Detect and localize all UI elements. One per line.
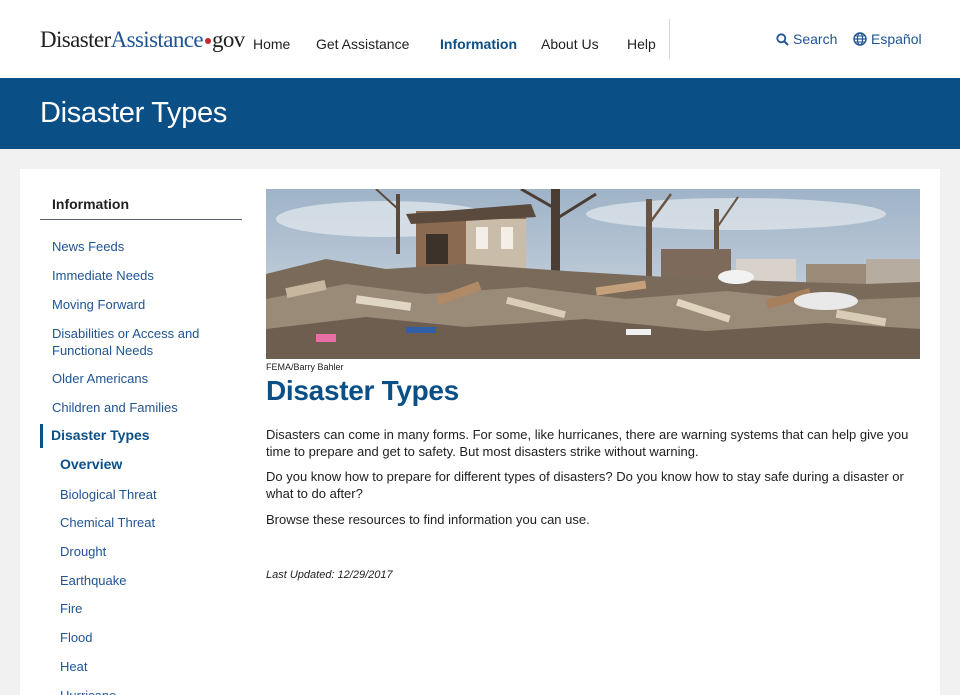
sidebar-subitem-heat[interactable]: Heat <box>60 658 87 675</box>
language-link[interactable]: Español <box>853 31 922 47</box>
sidebar-item-disaster-types[interactable]: Disaster Types <box>51 427 150 444</box>
globe-icon <box>853 32 867 46</box>
photo-credit: FEMA/Barry Bahler <box>266 362 344 372</box>
sidebar-title: Information <box>52 196 129 212</box>
logo-dot-icon <box>204 38 211 45</box>
nav-help[interactable]: Help <box>627 36 656 52</box>
nav-get-assistance[interactable]: Get Assistance <box>316 36 409 52</box>
page-banner: Disaster Types <box>0 78 960 149</box>
question-paragraph: Do you know how to prepare for different… <box>266 469 904 501</box>
sidebar-subitem-fire[interactable]: Fire <box>60 600 82 617</box>
logo-text-3: gov <box>211 27 245 52</box>
sidebar-item-disabilities[interactable]: Disabilities or Access and <box>52 325 199 342</box>
nav-divider <box>669 19 670 59</box>
logo-text-2: Assistance <box>110 27 204 52</box>
sidebar-subitem-hurricane[interactable]: Hurricane <box>60 687 116 695</box>
site-header: DisasterAssistance gov Home Get Assistanc… <box>0 0 960 78</box>
language-label: Español <box>871 31 922 47</box>
search-icon <box>776 32 789 46</box>
sidebar-subitem-flood[interactable]: Flood <box>60 629 93 646</box>
sidebar-subitem-drought[interactable]: Drought <box>60 543 106 560</box>
browse-paragraph: Browse these resources to find informati… <box>266 512 590 527</box>
page-title: Disaster Types <box>40 97 228 129</box>
sidebar-active-indicator <box>40 424 43 448</box>
sidebar-divider <box>40 219 242 220</box>
last-updated: Last Updated: 12/29/2017 <box>266 569 393 581</box>
nav-home[interactable]: Home <box>253 36 290 52</box>
sidebar-item-children-families[interactable]: Children and Families <box>52 399 178 416</box>
sidebar-item-disabilities-line2[interactable]: Functional Needs <box>52 342 153 359</box>
sidebar-item-immediate-needs[interactable]: Immediate Needs <box>52 267 154 284</box>
sidebar-subitem-biological-threat[interactable]: Biological Threat <box>60 486 157 503</box>
nav-information[interactable]: Information <box>440 36 517 52</box>
site-logo[interactable]: DisasterAssistance gov <box>40 27 245 53</box>
nav-about-us[interactable]: About Us <box>541 36 599 52</box>
sidebar-item-moving-forward[interactable]: Moving Forward <box>52 296 145 313</box>
main-heading: Disaster Types <box>266 375 459 406</box>
intro-paragraph: Disasters can come in many forms. For so… <box>266 427 909 459</box>
sidebar-subitem-overview[interactable]: Overview <box>60 456 122 473</box>
search-link[interactable]: Search <box>776 31 837 47</box>
hero-image <box>266 189 920 359</box>
sidebar-item-news-feeds[interactable]: News Feeds <box>52 238 124 255</box>
search-label: Search <box>793 31 838 47</box>
sidebar-item-older-americans[interactable]: Older Americans <box>52 370 148 387</box>
logo-text-1: Disaster <box>40 27 111 52</box>
sidebar-subitem-chemical-threat[interactable]: Chemical Threat <box>60 514 155 531</box>
sidebar-subitem-earthquake[interactable]: Earthquake <box>60 572 127 589</box>
